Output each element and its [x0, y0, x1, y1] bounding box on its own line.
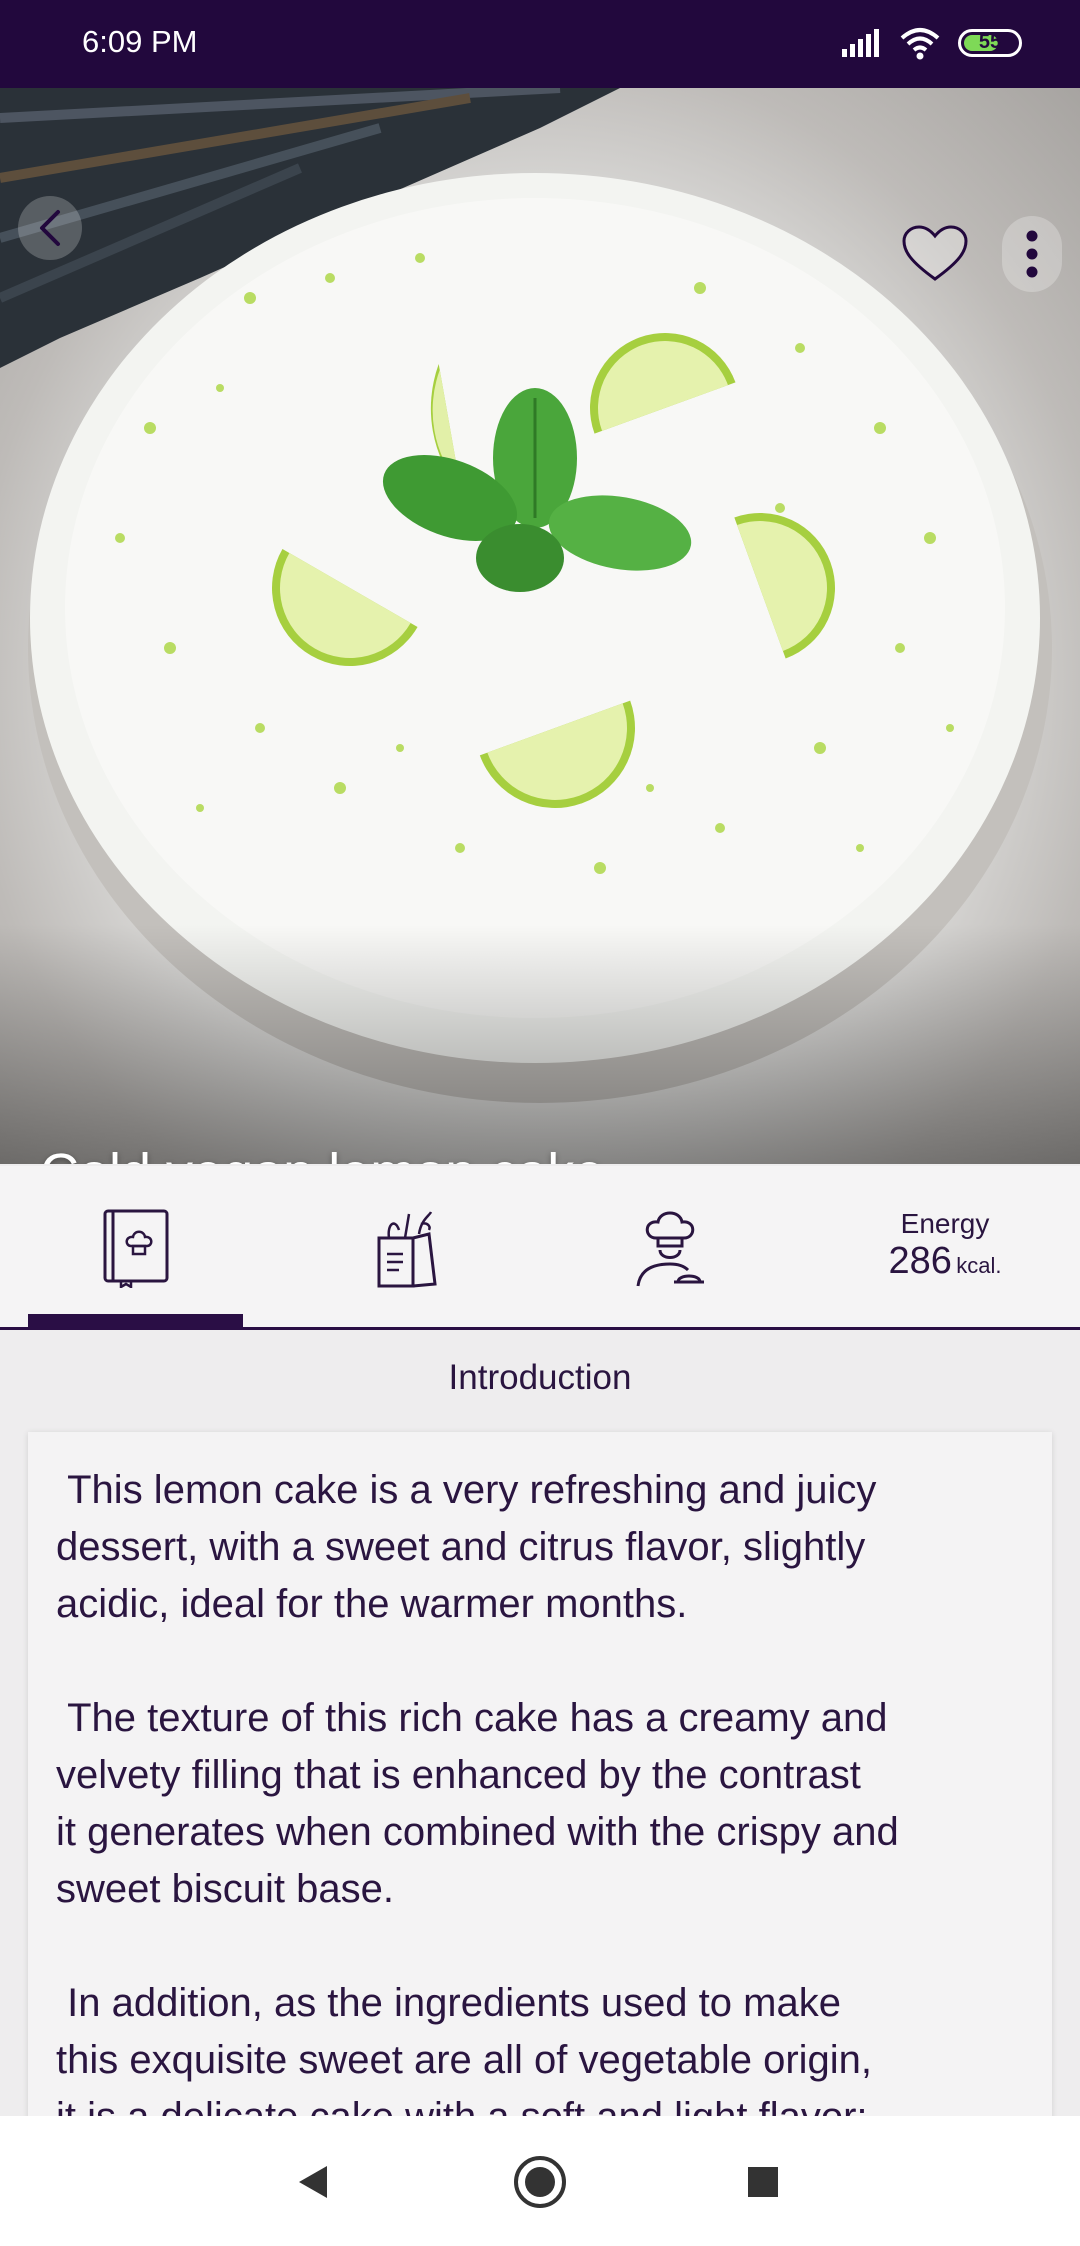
- back-triangle-icon: [299, 2166, 327, 2198]
- recipe-hero-image: Cold vegan lemon cake: [0, 88, 1080, 1164]
- introduction-text: This lemon cake is a very refreshing and…: [56, 1468, 899, 2139]
- recipe-title: Cold vegan lemon cake: [40, 1142, 604, 1164]
- status-bar: 6:09 PM 55: [0, 0, 1080, 88]
- heart-outline-icon: [902, 225, 968, 281]
- recipe-tabbar: Energy 286 kcal.: [0, 1166, 1080, 1330]
- nav-back-button[interactable]: [283, 2152, 343, 2212]
- chef-icon: [636, 1211, 704, 1287]
- selected-tab-indicator: [28, 1314, 243, 1327]
- back-button[interactable]: [18, 196, 82, 260]
- ingredients-bag-icon: [377, 1211, 437, 1288]
- battery-level: 55: [978, 31, 1002, 53]
- energy-info: Energy 286 kcal.: [860, 1208, 1030, 1283]
- energy-label: Energy: [900, 1208, 990, 1239]
- section-title: Introduction: [448, 1358, 632, 1397]
- status-time: 6:09 PM: [82, 24, 198, 59]
- energy-value: 286: [888, 1240, 952, 1282]
- wifi-icon: [900, 28, 940, 60]
- recipe-book-icon: [103, 1209, 168, 1288]
- nav-recents-button[interactable]: [733, 2152, 793, 2212]
- nav-home-button[interactable]: [510, 2152, 570, 2212]
- more-vertical-icon: [1026, 230, 1038, 278]
- energy-unit: kcal.: [956, 1253, 1002, 1278]
- battery-icon: 55: [958, 29, 1022, 57]
- system-navigation-bar: [0, 2116, 1080, 2246]
- chevron-left-icon: [40, 210, 60, 246]
- more-options-button[interactable]: [1002, 216, 1062, 292]
- signal-icon: [842, 29, 879, 57]
- tab-preparation[interactable]: [565, 1166, 775, 1330]
- tab-ingredients[interactable]: [300, 1166, 510, 1330]
- tab-introduction[interactable]: [28, 1166, 243, 1330]
- status-icons: 55: [840, 26, 1022, 60]
- favorite-button[interactable]: [900, 222, 970, 286]
- recents-square-icon: [748, 2167, 778, 2197]
- home-circle-icon: [514, 2156, 566, 2208]
- introduction-card[interactable]: This lemon cake is a very refreshing and…: [28, 1432, 1052, 2232]
